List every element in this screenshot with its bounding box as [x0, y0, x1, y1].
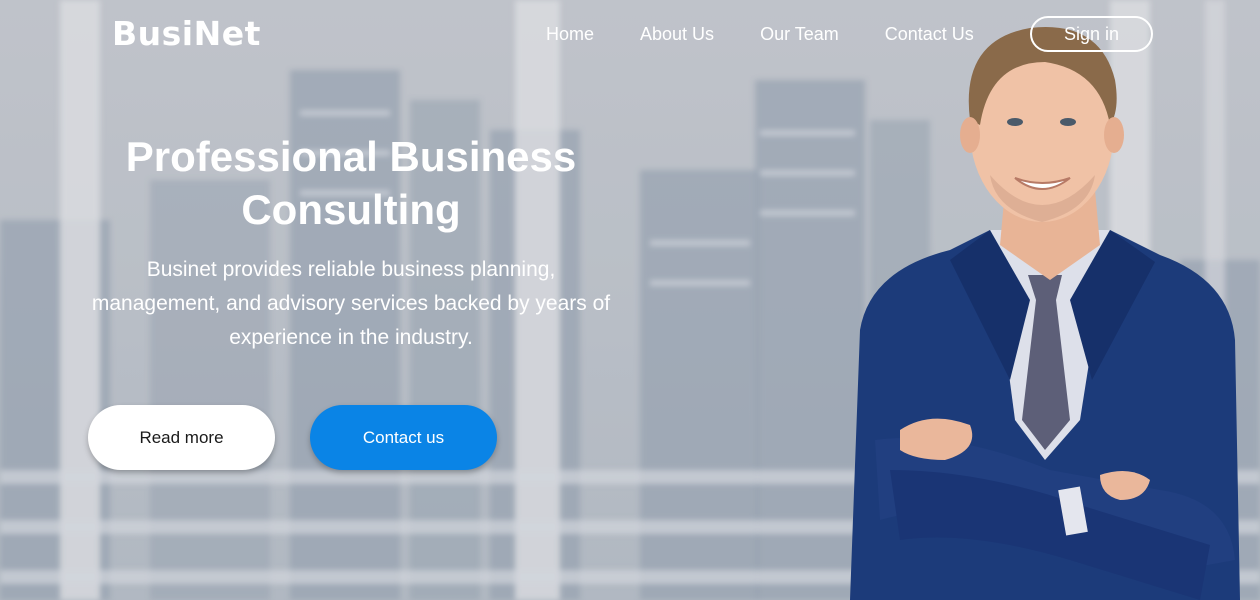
nav-link-contact-us[interactable]: Contact Us: [885, 22, 974, 46]
brand-logo[interactable]: BusiNet: [112, 14, 261, 53]
nav-link-about-us[interactable]: About Us: [640, 22, 714, 46]
nav-link-our-team[interactable]: Our Team: [760, 22, 839, 46]
sign-in-button[interactable]: Sign in: [1030, 16, 1153, 52]
hero-title-line-1: Professional Business: [125, 133, 577, 180]
hero-description: Businet provides reliable business plann…: [91, 258, 611, 349]
hero-section: BusiNet Home About Us Our Team Contact U…: [0, 0, 1260, 600]
hero-title-line-2: Consulting: [241, 186, 461, 233]
hero-title: Professional Business Consulting: [90, 130, 612, 236]
main-nav: Home About Us Our Team Contact Us: [546, 22, 1020, 46]
nav-link-home[interactable]: Home: [546, 22, 594, 46]
businessman-image: [850, 27, 1240, 600]
read-more-button[interactable]: Read more: [88, 405, 275, 470]
contact-us-button[interactable]: Contact us: [310, 405, 497, 470]
